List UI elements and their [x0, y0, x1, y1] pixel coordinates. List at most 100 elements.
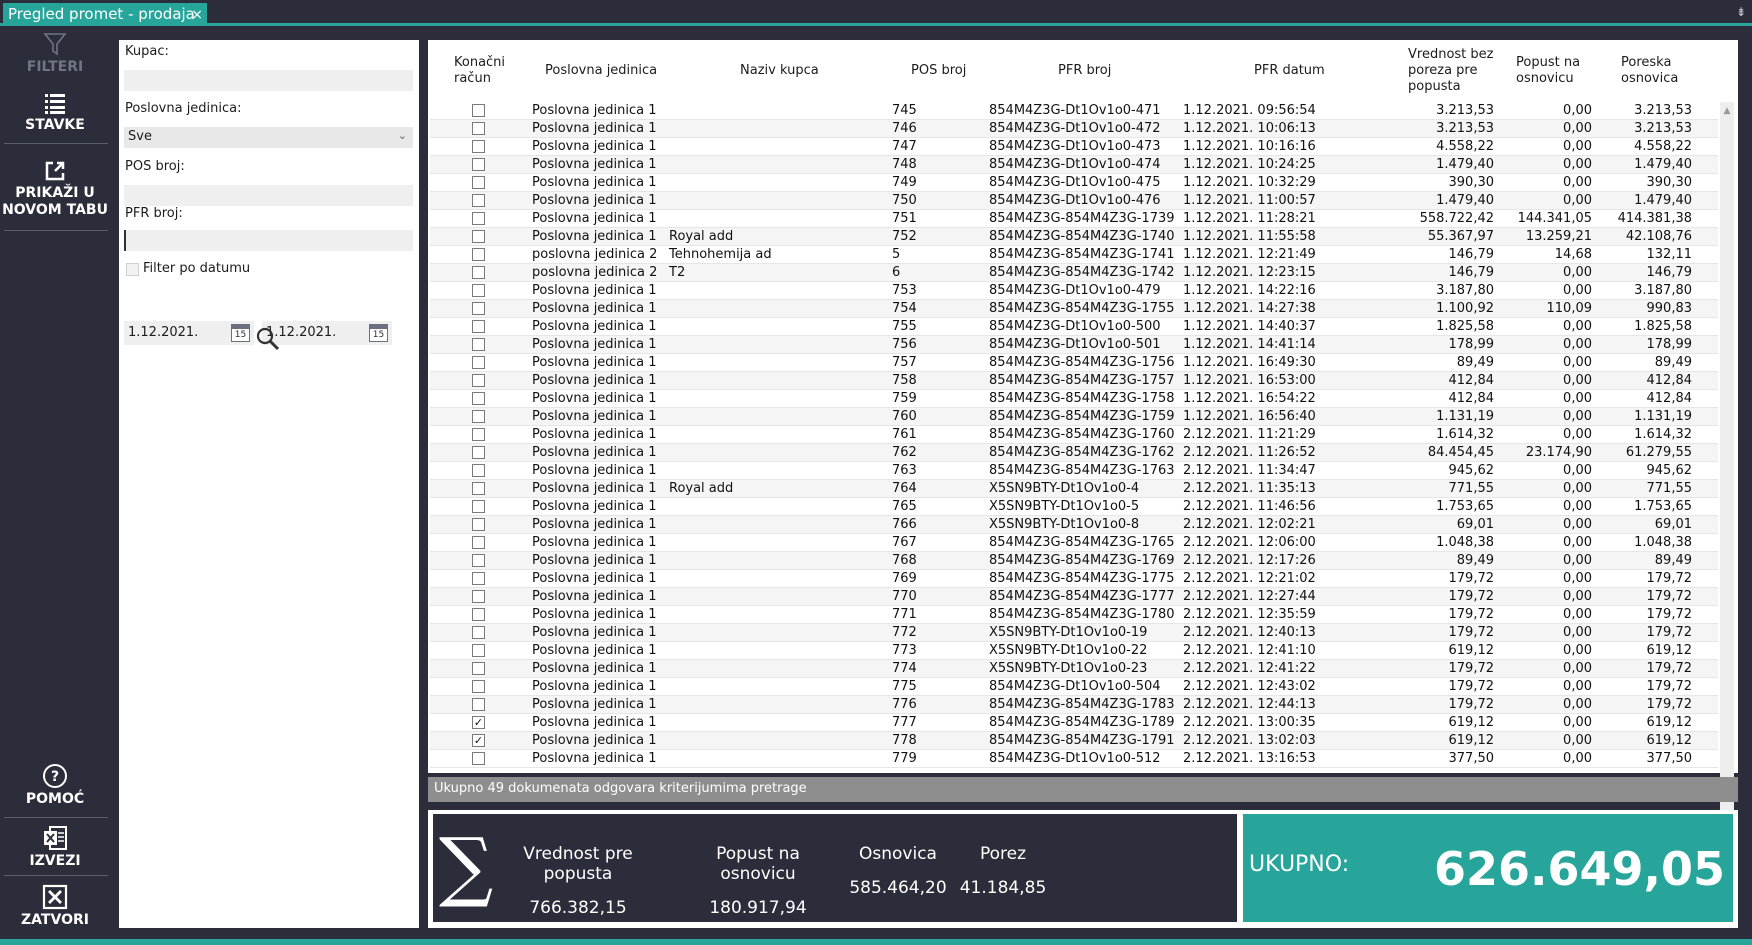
table-row[interactable]: Poslovna jedinica 1 760 854M4Z3G-854M4Z3G-… [430, 408, 1718, 426]
izvezi-button[interactable]: IZVEZI [0, 825, 110, 870]
date-from-field[interactable]: 1.12.2021. 15 [124, 321, 254, 345]
konacni-checkbox[interactable] [472, 158, 485, 171]
konacni-checkbox[interactable] [472, 230, 485, 243]
table-row[interactable]: ✓ Poslovna jedinica 1 778 854M4Z3G-854M4Z3G… [430, 732, 1718, 750]
search-icon[interactable] [255, 326, 281, 352]
table-row[interactable]: Poslovna jedinica 1 756 854M4Z3G-Dt1Ov1o0-… [430, 336, 1718, 354]
table-row[interactable]: Poslovna jedinica 1 746 854M4Z3G-Dt1Ov1o0-… [430, 120, 1718, 138]
table-row[interactable]: Poslovna jedinica 1 773 X5SN9BTY-Dt1Ov1o0-… [430, 642, 1718, 660]
konacni-checkbox[interactable] [472, 680, 485, 693]
filter-po-datumu-checkbox[interactable] [126, 263, 139, 276]
konacni-checkbox[interactable] [472, 698, 485, 711]
konacni-checkbox[interactable] [472, 428, 485, 441]
table-row[interactable]: ✓ Poslovna jedinica 1 777 854M4Z3G-854M4Z3G… [430, 714, 1718, 732]
pos-broj-input[interactable] [124, 185, 413, 206]
konacni-checkbox[interactable] [472, 518, 485, 531]
table-row[interactable]: Poslovna jedinica 1 766 X5SN9BTY-Dt1Ov1o0-… [430, 516, 1718, 534]
table-row[interactable]: Poslovna jedinica 1 779 854M4Z3G-Dt1Ov1o0-… [430, 750, 1718, 768]
col-header-naziv-kupca[interactable]: Naziv kupca [740, 40, 819, 102]
table-row[interactable]: Poslovna jedinica 1 753 854M4Z3G-Dt1Ov1o0-… [430, 282, 1718, 300]
kupac-input[interactable] [124, 70, 413, 91]
konacni-checkbox[interactable] [472, 626, 485, 639]
pomoc-button[interactable]: ? POMOĆ [0, 763, 110, 808]
konacni-checkbox[interactable] [472, 140, 485, 153]
table-row[interactable]: Poslovna jedinica 1 771 854M4Z3G-854M4Z3G-… [430, 606, 1718, 624]
table-row[interactable]: Poslovna jedinica 1 774 X5SN9BTY-Dt1Ov1o0-… [430, 660, 1718, 678]
col-header-vrednost[interactable]: Vrednost bez poreza pre popusta [1408, 40, 1493, 102]
col-header-pos-broj[interactable]: POS broj [911, 40, 966, 102]
close-tab-icon[interactable]: × [191, 7, 203, 23]
table-row[interactable]: poslovna jedinica 2 T2 6 854M4Z3G-854M4Z3G-… [430, 264, 1718, 282]
table-row[interactable]: Poslovna jedinica 1 759 854M4Z3G-854M4Z3G-… [430, 390, 1718, 408]
konacni-checkbox[interactable] [472, 284, 485, 297]
col-header-popust[interactable]: Popust na osnovicu [1516, 40, 1580, 102]
konacni-checkbox[interactable] [472, 752, 485, 765]
table-row[interactable]: Poslovna jedinica 1 Royal add 752 854M4Z3G-… [430, 228, 1718, 246]
poslovna-jedinica-select[interactable]: Sve ⌄ [124, 127, 413, 148]
konacni-checkbox[interactable] [472, 464, 485, 477]
stavke-button[interactable]: STAVKE [0, 91, 110, 134]
konacni-checkbox[interactable] [472, 320, 485, 333]
konacni-checkbox[interactable]: ✓ [472, 734, 485, 747]
table-row[interactable]: Poslovna jedinica 1 755 854M4Z3G-Dt1Ov1o0-… [430, 318, 1718, 336]
konacni-checkbox[interactable] [472, 392, 485, 405]
table-row[interactable]: Poslovna jedinica 1 776 854M4Z3G-854M4Z3G-… [430, 696, 1718, 714]
konacni-checkbox[interactable] [472, 590, 485, 603]
konacni-checkbox[interactable] [472, 356, 485, 369]
konacni-checkbox[interactable] [472, 644, 485, 657]
konacni-checkbox[interactable] [472, 122, 485, 135]
table-row[interactable]: Poslovna jedinica 1 768 854M4Z3G-854M4Z3G-… [430, 552, 1718, 570]
scroll-up-arrow-icon[interactable]: ▲ [1720, 106, 1734, 116]
zatvori-button[interactable]: ZATVORI [0, 884, 110, 929]
table-row[interactable]: Poslovna jedinica 1 763 854M4Z3G-854M4Z3G-… [430, 462, 1718, 480]
pin-icon[interactable]: ⇟ [1736, 5, 1746, 19]
konacni-checkbox[interactable] [472, 446, 485, 459]
konacni-checkbox[interactable] [472, 104, 485, 117]
table-row[interactable]: Poslovna jedinica 1 Royal add 764 X5SN9BTY-… [430, 480, 1718, 498]
table-row[interactable]: Poslovna jedinica 1 750 854M4Z3G-Dt1Ov1o0-… [430, 192, 1718, 210]
table-row[interactable]: Poslovna jedinica 1 748 854M4Z3G-Dt1Ov1o0-… [430, 156, 1718, 174]
table-row[interactable]: Poslovna jedinica 1 762 854M4Z3G-854M4Z3G-… [430, 444, 1718, 462]
table-row[interactable]: poslovna jedinica 2 Tehnohemija ad 5 854M4Z… [430, 246, 1718, 264]
prikazi-novom-tabu-button[interactable]: PRIKAŽI U NOVOM TABU [0, 159, 110, 219]
col-header-pfr-broj[interactable]: PFR broj [1058, 40, 1111, 102]
konacni-checkbox[interactable] [472, 608, 485, 621]
konacni-checkbox[interactable] [472, 662, 485, 675]
table-row[interactable]: Poslovna jedinica 1 775 854M4Z3G-Dt1Ov1o0-… [430, 678, 1718, 696]
table-row[interactable]: Poslovna jedinica 1 767 854M4Z3G-854M4Z3G-… [430, 534, 1718, 552]
konacni-checkbox[interactable] [472, 302, 485, 315]
pfr-broj-input[interactable] [124, 230, 413, 251]
table-row[interactable]: Poslovna jedinica 1 769 854M4Z3G-854M4Z3G-… [430, 570, 1718, 588]
date-to-field[interactable]: 1.12.2021. 15 [262, 321, 392, 345]
table-row[interactable]: Poslovna jedinica 1 749 854M4Z3G-Dt1Ov1o0-… [430, 174, 1718, 192]
konacni-checkbox[interactable] [472, 194, 485, 207]
konacni-checkbox[interactable] [472, 338, 485, 351]
konacni-checkbox[interactable]: ✓ [472, 716, 485, 729]
col-header-konacni[interactable]: Konačni račun [454, 40, 514, 102]
vertical-scrollbar[interactable] [1720, 102, 1734, 810]
tab-pregled-promet[interactable]: Pregled promet - prodaja × [3, 3, 207, 26]
konacni-checkbox[interactable] [472, 482, 485, 495]
filteri-button[interactable]: FILTERI [0, 31, 110, 76]
table-row[interactable]: Poslovna jedinica 1 754 854M4Z3G-854M4Z3G-… [430, 300, 1718, 318]
table-row[interactable]: Poslovna jedinica 1 772 X5SN9BTY-Dt1Ov1o0-… [430, 624, 1718, 642]
table-row[interactable]: Poslovna jedinica 1 747 854M4Z3G-Dt1Ov1o0-… [430, 138, 1718, 156]
col-header-pfr-datum[interactable]: PFR datum [1254, 40, 1325, 102]
konacni-checkbox[interactable] [472, 500, 485, 513]
table-row[interactable]: Poslovna jedinica 1 770 854M4Z3G-854M4Z3G-… [430, 588, 1718, 606]
konacni-checkbox[interactable] [472, 212, 485, 225]
konacni-checkbox[interactable] [472, 410, 485, 423]
konacni-checkbox[interactable] [472, 554, 485, 567]
col-header-poslovna-jedinica[interactable]: Poslovna jedinica [545, 40, 657, 102]
calendar-icon[interactable]: 15 [231, 324, 250, 342]
konacni-checkbox[interactable] [472, 572, 485, 585]
konacni-checkbox[interactable] [472, 536, 485, 549]
konacni-checkbox[interactable] [472, 176, 485, 189]
konacni-checkbox[interactable] [472, 374, 485, 387]
table-row[interactable]: Poslovna jedinica 1 745 854M4Z3G-Dt1Ov1o0-… [430, 102, 1718, 120]
konacni-checkbox[interactable] [472, 266, 485, 279]
col-header-poreska-osnovica[interactable]: Poreska osnovica [1621, 40, 1678, 102]
table-row[interactable]: Poslovna jedinica 1 758 854M4Z3G-854M4Z3G-… [430, 372, 1718, 390]
table-row[interactable]: Poslovna jedinica 1 761 854M4Z3G-854M4Z3G-… [430, 426, 1718, 444]
konacni-checkbox[interactable] [472, 248, 485, 261]
